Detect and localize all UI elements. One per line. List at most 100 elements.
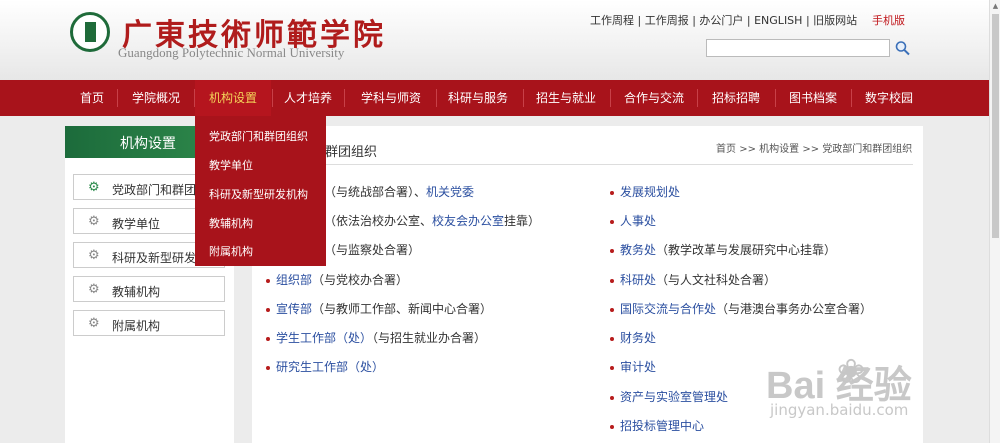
nav-organization[interactable]: 机构设置 (195, 80, 271, 116)
bullet (610, 248, 614, 253)
top-link-work-report[interactable]: 工作周报 (645, 14, 689, 27)
nav-divider (344, 89, 345, 107)
bullet (610, 307, 614, 312)
nav-divider (272, 89, 273, 107)
office-link[interactable]: 学生工作部（处） (276, 331, 372, 345)
dropdown-item-affiliated[interactable]: 附属机构 (209, 243, 253, 259)
top-link-english[interactable]: ENGLISH (754, 14, 802, 27)
sidebar-item-affiliated[interactable]: ⚙ 附属机构 (73, 310, 225, 336)
office-link[interactable]: 宣传部 (276, 302, 312, 316)
scrollbar-thumb[interactable] (992, 14, 999, 238)
dropdown-item-teaching-support[interactable]: 教辅机构 (209, 215, 253, 231)
nav-divider (610, 89, 611, 107)
breadcrumb-separator: >> (739, 144, 756, 155)
office-note: （依法治校办公室、 (324, 214, 433, 228)
nav-digital-campus[interactable]: 数字校园 (853, 80, 925, 116)
office-note: 挂靠） (504, 214, 541, 228)
top-link-office-portal[interactable]: 办公门户 (699, 14, 743, 27)
list-item: 教务处（教学改革与发展研究中心挂靠） (610, 241, 836, 258)
office-link[interactable]: 科研处 (620, 273, 656, 287)
watermark-url: jingyan.baidu.com (770, 401, 909, 419)
nav-admission-employment[interactable]: 招生与就业 (526, 80, 606, 116)
list-item: 发展规划处 (610, 183, 680, 200)
nav-library-archives[interactable]: 图书档案 (777, 80, 849, 116)
page-scrollbar[interactable]: ▲ (989, 0, 1000, 443)
list-item: 研究生工作部（处） (266, 358, 384, 375)
sidebar-item-label: 附属机构 (112, 319, 161, 333)
office-link[interactable]: 财务处 (620, 331, 656, 345)
office-link[interactable]: 研究生工作部（处） (276, 360, 384, 374)
top-link-work-schedule[interactable]: 工作周程 (590, 14, 634, 27)
top-link-old-site[interactable]: 旧版网站 (813, 14, 857, 27)
nav-disciplines-faculty[interactable]: 学科与师资 (348, 80, 434, 116)
list-item: 学生工作部（处）（与招生就业办合署） (266, 329, 486, 346)
logo-english-name: Guangdong Polytechnic Normal University (118, 45, 345, 60)
magnifier-icon[interactable] (894, 40, 912, 56)
bullet (266, 278, 270, 283)
office-link[interactable]: 资产与实验室管理处 (620, 390, 728, 404)
list-item: 审计处 (610, 358, 656, 375)
office-note: （与教师工作部、新闻中心合署） (312, 302, 493, 316)
office-link[interactable]: 教务处 (620, 243, 656, 257)
office-link[interactable]: 校友会办公室 (432, 214, 504, 228)
bullet (610, 219, 614, 224)
breadcrumb-home[interactable]: 首页 (716, 144, 736, 155)
sidebar-item-teaching-support[interactable]: ⚙ 教辅机构 (73, 276, 225, 302)
bullet (610, 278, 614, 283)
office-link[interactable]: 组织部 (276, 273, 312, 287)
list-item: 国际交流与合作处（与港澳台事务办公室合署） (610, 300, 872, 317)
dropdown-item-research-institutes[interactable]: 科研及新型研发机构 (209, 186, 308, 202)
nav-divider (436, 89, 437, 107)
breadcrumb: 首页 >> 机构设置 >> 党政部门和群团组织 (716, 140, 912, 155)
gear-icon: ⚙ (88, 316, 100, 331)
office-note: （与统战部合署）、 (324, 185, 427, 199)
office-note: （与人文社科处合署） (656, 273, 777, 287)
gear-icon: ⚙ (88, 214, 100, 229)
search-input[interactable] (706, 39, 890, 57)
list-item: 资产与实验室管理处 (610, 388, 728, 405)
nav-cooperation-exchange[interactable]: 合作与交流 (614, 80, 694, 116)
bullet (610, 190, 614, 195)
office-note: （与招生就业办合署） (372, 331, 487, 345)
university-seal-icon (70, 12, 110, 52)
bullet (610, 365, 614, 370)
bullet (610, 336, 614, 341)
list-item: 室（与统战部合署）、机关党委 (312, 183, 474, 200)
breadcrumb-organization[interactable]: 机构设置 (759, 144, 799, 155)
list-item: 组织部（与党校办合署） (266, 271, 408, 288)
list-item: 室（与监察处合署） (312, 241, 420, 258)
list-item: 人事处 (610, 212, 656, 229)
gear-icon: ⚙ (88, 282, 100, 297)
nav-home[interactable]: 首页 (68, 80, 116, 116)
office-note: （与港澳台事务办公室合署） (716, 302, 873, 316)
top-links: 工作周程 | 工作周报 | 办公门户 | ENGLISH | 旧版网站 (590, 14, 858, 27)
nav-tender-recruitment[interactable]: 招标招聘 (700, 80, 772, 116)
nav-about[interactable]: 学院概况 (120, 80, 192, 116)
scroll-up-arrow-icon[interactable]: ▲ (990, 0, 1000, 12)
nav-talent-training[interactable]: 人才培养 (274, 80, 342, 116)
nav-divider (523, 89, 524, 107)
sidebar-title: 机构设置 (120, 136, 176, 152)
office-link[interactable]: 审计处 (620, 360, 656, 374)
office-link[interactable]: 招投标管理中心 (620, 419, 704, 433)
gear-icon: ⚙ (88, 248, 100, 263)
bullet (610, 424, 614, 429)
nav-divider (117, 89, 118, 107)
office-link[interactable]: 国际交流与合作处 (620, 302, 716, 316)
dropdown-item-party-departments[interactable]: 党政部门和群团组织 (209, 128, 308, 144)
nav-divider (851, 89, 852, 107)
dropdown-item-teaching-units[interactable]: 教学单位 (209, 157, 253, 173)
office-link[interactable]: 人事处 (620, 214, 656, 228)
list-item: 室（依法治校办公室、校友会办公室挂靠） (312, 212, 540, 229)
sidebar-item-label: 教学单位 (112, 217, 161, 231)
university-logo[interactable]: 广東技術师範学院 Guangdong Polytechnic Normal Un… (70, 12, 383, 62)
mobile-version-link[interactable]: 手机版 (872, 12, 905, 28)
office-note: （与监察处合署） (324, 243, 421, 257)
nav-research-service[interactable]: 科研与服务 (438, 80, 518, 116)
office-link[interactable]: 机关党委 (426, 185, 474, 199)
list-item: 财务处 (610, 329, 656, 346)
office-link[interactable]: 发展规划处 (620, 185, 680, 199)
bullet (266, 336, 270, 341)
list-item: 招投标管理中心 (610, 417, 704, 434)
office-note: （教学改革与发展研究中心挂靠） (656, 243, 837, 257)
